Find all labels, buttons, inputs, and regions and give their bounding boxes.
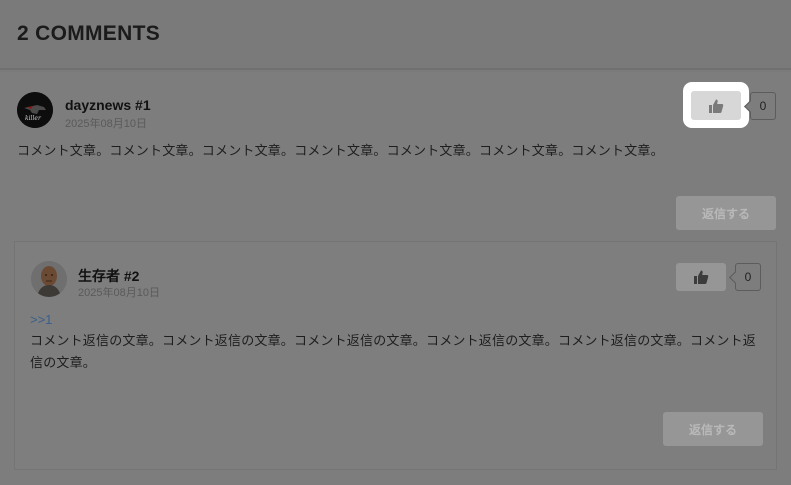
reply-body: コメント返信の文章。コメント返信の文章。コメント返信の文章。コメント返信の文章。… [30, 334, 757, 371]
reply-button[interactable]: 返信する [676, 196, 776, 230]
like-count: 0 [735, 263, 761, 291]
avatar[interactable] [31, 261, 67, 297]
svg-text:killer: killer [25, 115, 42, 122]
comment-body: コメント文章。コメント文章。コメント文章。コメント文章。コメント文章。コメント文… [17, 144, 664, 159]
thumbs-up-icon [709, 99, 724, 113]
quote-link[interactable]: >>1 [30, 312, 52, 327]
reply-author[interactable]: 生存者 #2 [78, 266, 139, 286]
reply-date: 2025年08月10日 [78, 287, 160, 299]
comments-heading: 2 COMMENTS [17, 22, 161, 45]
comments-page: 2 COMMENTS killer dayznews #1 2025年08月10… [0, 0, 791, 485]
heading-divider [0, 68, 791, 70]
avatar-portrait-icon [31, 261, 67, 297]
thumbs-up-icon [694, 270, 709, 284]
comment-author[interactable]: dayznews #1 [65, 97, 151, 113]
avatar-logo-icon: killer [17, 92, 53, 128]
avatar[interactable]: killer [17, 92, 53, 128]
like-button[interactable] [691, 91, 741, 120]
reply-button[interactable]: 返信する [663, 412, 763, 446]
like-button[interactable] [676, 263, 726, 291]
comment-date: 2025年08月10日 [65, 118, 147, 130]
like-count: 0 [750, 92, 776, 120]
